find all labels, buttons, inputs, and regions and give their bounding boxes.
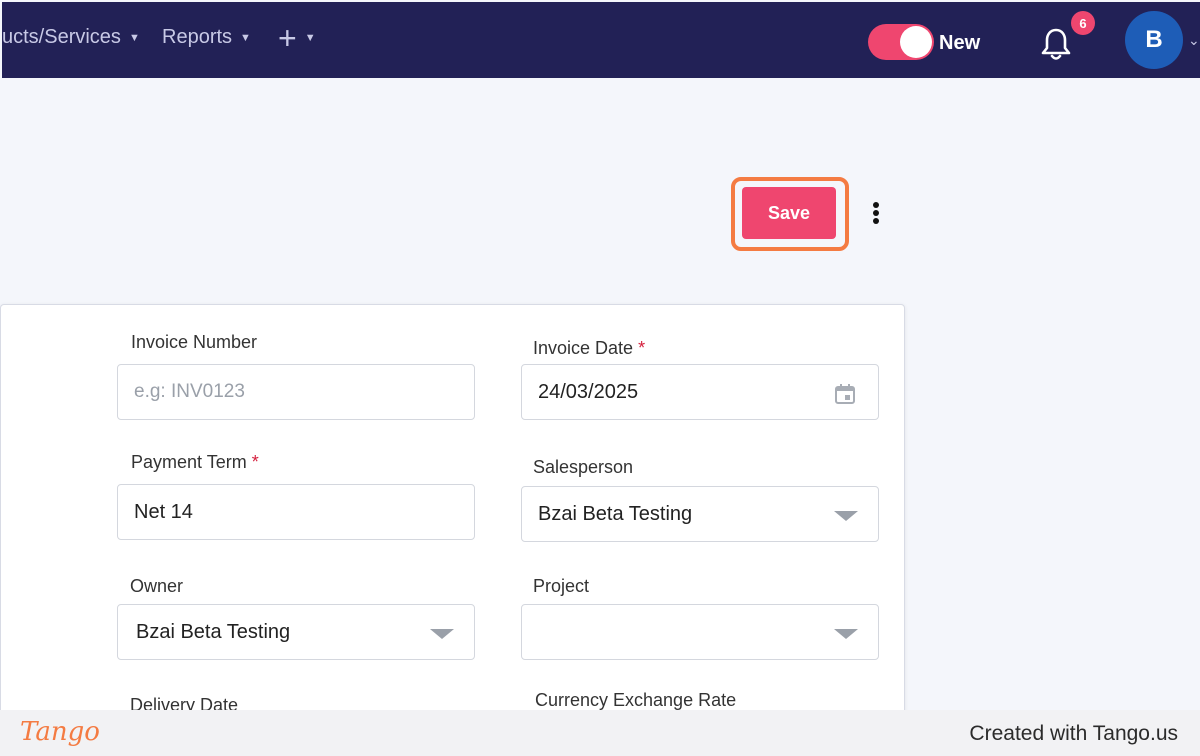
required-marker: *	[638, 338, 646, 358]
salesperson-label: Salesperson	[533, 457, 634, 477]
bell-icon	[1041, 28, 1071, 60]
calendar-icon[interactable]	[834, 383, 856, 405]
chevron-down-icon: ▼	[128, 31, 140, 44]
kebab-dot	[873, 210, 879, 216]
tango-logo: Tango	[20, 717, 100, 747]
currency-exchange-rate-label: Currency Exchange Rate	[535, 690, 737, 710]
owner-select[interactable]: Bzai Beta Testing	[117, 604, 475, 660]
payment-term-label-text: Payment Term	[131, 452, 247, 472]
invoice-form-card: Invoice Number e.g: INV0123 Invoice Date…	[0, 304, 905, 724]
quick-add-menu[interactable]: + ▼	[278, 20, 316, 56]
more-options-icon[interactable]	[866, 196, 886, 230]
save-button[interactable]: Save	[742, 187, 836, 239]
dropdown-arrow-icon	[430, 629, 454, 639]
invoice-date-input[interactable]: 24/03/2025	[521, 364, 879, 420]
nav-products-services[interactable]: ucts/Services ▼	[2, 26, 140, 49]
notifications-button[interactable]	[1040, 26, 1072, 62]
project-label: Project	[533, 576, 590, 596]
salesperson-select[interactable]: Bzai Beta Testing	[521, 486, 879, 542]
dropdown-arrow-icon	[834, 629, 858, 639]
chevron-down-icon: ▼	[304, 32, 316, 44]
chevron-down-icon[interactable]: ⌄	[1188, 32, 1200, 49]
required-marker: *	[251, 452, 259, 472]
top-navigation-bar: ucts/Services ▼ Reports ▼ + ▼ New 6 B ⌄	[2, 2, 1200, 78]
salesperson-value: Bzai Beta Testing	[538, 502, 693, 525]
toggle-label: New	[939, 32, 981, 54]
nav-products-services-label: ucts/Services	[2, 26, 121, 48]
user-avatar[interactable]: B	[1125, 11, 1183, 69]
dropdown-arrow-icon	[834, 511, 858, 521]
payment-term-value: Net 14	[134, 500, 193, 523]
kebab-dot	[873, 218, 879, 224]
nav-reports-label: Reports	[162, 26, 233, 48]
invoice-number-input[interactable]: e.g: INV0123	[117, 364, 475, 420]
screen: ucts/Services ▼ Reports ▼ + ▼ New 6 B ⌄ …	[0, 0, 1200, 756]
owner-value: Bzai Beta Testing	[136, 620, 291, 643]
nav-reports[interactable]: Reports ▼	[162, 26, 251, 49]
invoice-number-label: Invoice Number	[131, 332, 258, 352]
payment-term-input[interactable]: Net 14	[117, 484, 475, 540]
new-ui-toggle[interactable]	[868, 24, 934, 60]
kebab-dot	[873, 202, 879, 208]
notification-count-badge: 6	[1071, 11, 1095, 35]
tango-footer: Tango Created with Tango.us	[0, 710, 1200, 756]
payment-term-label: Payment Term *	[131, 452, 259, 473]
chevron-down-icon: ▼	[240, 31, 251, 44]
toggle-knob	[900, 26, 932, 58]
plus-icon: +	[278, 20, 297, 56]
project-select[interactable]	[521, 604, 879, 660]
invoice-date-label: Invoice Date *	[533, 338, 645, 359]
invoice-date-value: 24/03/2025	[538, 380, 639, 403]
owner-label: Owner	[130, 576, 184, 596]
footer-credit-text: Created with Tango.us	[969, 722, 1178, 745]
invoice-date-label-text: Invoice Date	[533, 338, 634, 358]
